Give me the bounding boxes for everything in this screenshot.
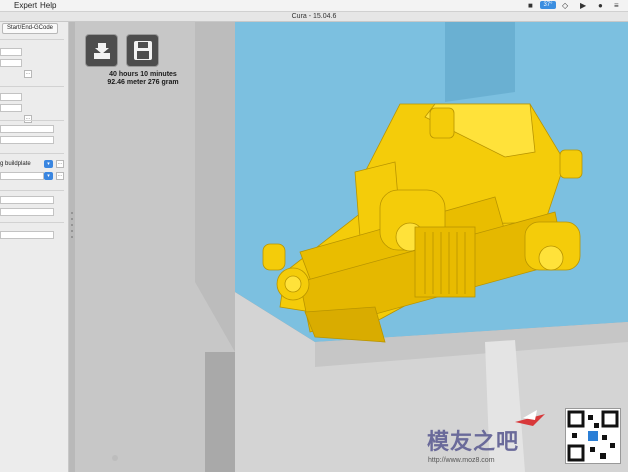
section-divider bbox=[0, 86, 64, 87]
menu-help[interactable]: Help bbox=[40, 0, 56, 11]
print-time: 40 hours 10 minutes bbox=[109, 71, 177, 78]
section-divider bbox=[0, 190, 64, 191]
setting-field[interactable] bbox=[0, 48, 22, 56]
section-divider bbox=[0, 222, 64, 223]
settings-panel: Start/End-GCode ... ... g buildplate ▾ .… bbox=[0, 22, 69, 472]
load-model-button[interactable] bbox=[85, 34, 118, 67]
tab-start-end-gcode[interactable]: Start/End-GCode bbox=[2, 23, 58, 34]
setting-field[interactable] bbox=[0, 136, 54, 144]
window-title: Cura - 15.04.6 bbox=[0, 12, 628, 22]
menu-list-icon[interactable]: ≡ bbox=[614, 1, 619, 10]
setting-field[interactable] bbox=[0, 172, 44, 180]
menu-expert[interactable]: Expert bbox=[14, 0, 37, 11]
support-type-label: g buildplate bbox=[0, 161, 31, 167]
grip-dot bbox=[71, 224, 73, 226]
3d-viewport[interactable]: 40 hours 10 minutes 92.46 meter 276 gram… bbox=[75, 22, 628, 472]
adhesion-dropdown-arrow-icon[interactable]: ▾ bbox=[44, 172, 53, 180]
notification-icon[interactable]: ■ bbox=[528, 1, 533, 10]
model-end-cap-inner bbox=[284, 275, 302, 293]
save-gcode-icon bbox=[134, 41, 152, 60]
build-volume-column bbox=[445, 22, 515, 102]
section-divider bbox=[0, 39, 64, 40]
setting-field[interactable] bbox=[0, 59, 22, 67]
setting-field[interactable] bbox=[0, 104, 22, 112]
model-wheel-hub bbox=[538, 245, 564, 271]
watermark-url: http://www.moz8.com bbox=[428, 457, 495, 464]
menu-bar: Expert Help ■ 37° ◇ ▶ ● ≡ bbox=[0, 0, 628, 12]
grip-dot bbox=[71, 236, 73, 238]
setting-field[interactable] bbox=[0, 196, 54, 204]
setting-field[interactable] bbox=[0, 231, 54, 239]
grip-dot bbox=[71, 230, 73, 232]
user-icon[interactable]: ● bbox=[598, 1, 603, 10]
model-knob bbox=[559, 149, 583, 179]
model-knob bbox=[429, 107, 455, 139]
front-frame bbox=[205, 352, 235, 472]
save-gcode-button[interactable] bbox=[126, 34, 159, 67]
model-grille bbox=[414, 226, 476, 298]
watermark-text: 模友之吧 bbox=[427, 429, 520, 455]
setting-field[interactable] bbox=[0, 93, 22, 101]
wifi-icon[interactable]: ◇ bbox=[562, 1, 568, 10]
volume-icon[interactable]: ▶ bbox=[580, 1, 586, 10]
load-model-icon bbox=[94, 43, 110, 59]
setting-field[interactable] bbox=[0, 208, 54, 216]
setting-field[interactable] bbox=[0, 125, 54, 133]
grip-dot bbox=[71, 218, 73, 220]
model-bottom-face bbox=[304, 306, 386, 343]
print-estimate: 40 hours 10 minutes 92.46 meter 276 gram bbox=[83, 71, 203, 87]
setting-more-button[interactable]: ... bbox=[24, 115, 32, 123]
section-divider bbox=[0, 120, 64, 121]
print-material: 92.46 meter 276 gram bbox=[107, 79, 179, 86]
scene-origin-marker bbox=[112, 455, 118, 461]
battery-status[interactable]: 37° bbox=[540, 1, 556, 9]
model-nub bbox=[262, 243, 286, 271]
scene-canvas[interactable] bbox=[75, 22, 628, 472]
grip-dot bbox=[71, 212, 73, 214]
adhesion-more-button[interactable]: ... bbox=[56, 172, 64, 180]
setting-more-button[interactable]: ... bbox=[24, 70, 32, 78]
support-more-button[interactable]: ... bbox=[56, 160, 64, 168]
qr-code-icon bbox=[565, 408, 621, 464]
section-divider bbox=[0, 153, 64, 154]
support-dropdown-arrow-icon[interactable]: ▾ bbox=[44, 160, 53, 168]
